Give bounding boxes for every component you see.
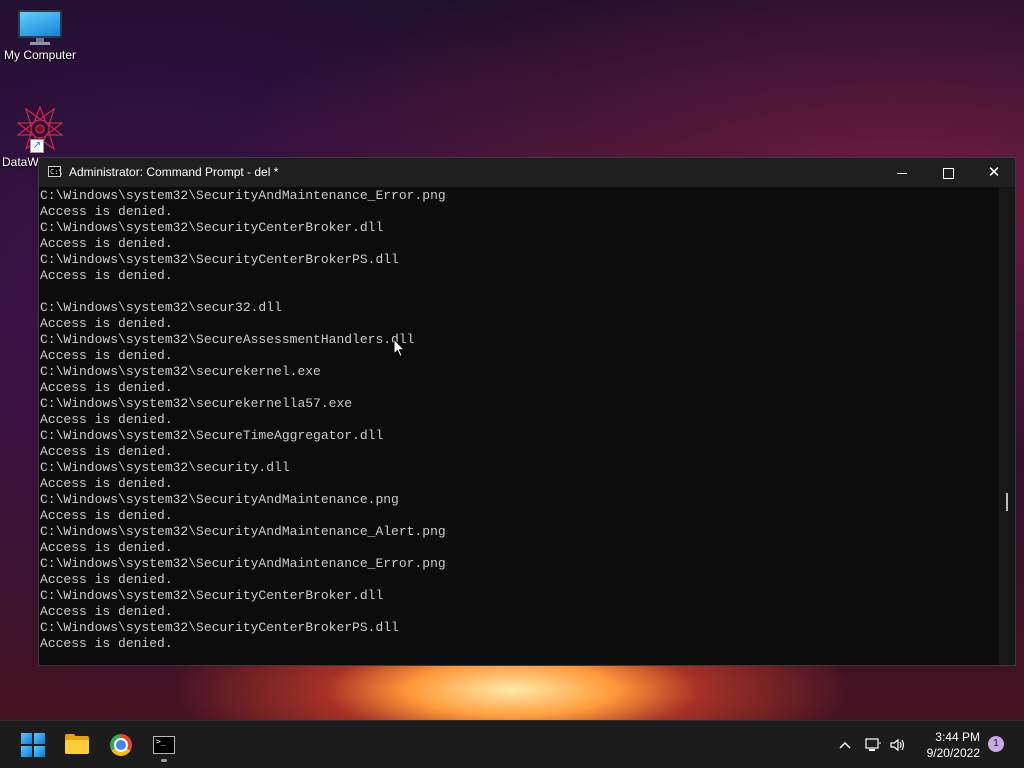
maximize-button[interactable]	[925, 158, 971, 187]
close-button[interactable]: ✕	[971, 158, 1017, 187]
vertical-scrollbar[interactable]	[999, 187, 1015, 665]
cmd-icon: >_	[153, 736, 175, 754]
console-line: C:\Windows\system32\SecurityCenterBroker…	[40, 620, 399, 635]
taskbar-command-prompt[interactable]: >_	[148, 729, 180, 762]
console-line: C:\Windows\system32\SecurityAndMaintenan…	[40, 188, 446, 203]
cmd-icon: C:\	[48, 166, 63, 177]
minimize-button[interactable]	[879, 158, 925, 187]
console-line: C:\Windows\system32\SecureAssessmentHand…	[40, 332, 415, 347]
clock-time: 3:44 PM	[935, 730, 980, 744]
console-line: Access is denied.	[40, 316, 173, 331]
maximize-icon	[942, 167, 954, 179]
system-clock[interactable]: 3:44 PM 9/20/2022	[914, 729, 980, 761]
console-line: Access is denied.	[40, 508, 173, 523]
console-line: Access is denied.	[40, 444, 173, 459]
command-prompt-window[interactable]: C:\ Administrator: Command Prompt - del …	[38, 157, 1016, 666]
console-line: Access is denied.	[40, 604, 173, 619]
taskbar-file-explorer[interactable]	[61, 729, 93, 761]
notification-badge[interactable]: 1	[988, 736, 1004, 752]
console-line: C:\Windows\system32\SecurityCenterBroker…	[40, 252, 399, 267]
clock-date: 9/20/2022	[926, 746, 980, 760]
datawarrior-icon: ↗	[16, 105, 64, 153]
console-line: Access is denied.	[40, 380, 173, 395]
console-line: Access is denied.	[40, 236, 173, 251]
console-line: Access is denied.	[40, 268, 173, 283]
mouse-cursor-icon	[393, 337, 406, 363]
close-icon: ✕	[987, 163, 1001, 181]
start-button[interactable]	[17, 729, 49, 761]
console-line: Access is denied.	[40, 412, 173, 427]
scroll-thumb[interactable]	[1006, 493, 1008, 511]
console-line: C:\Windows\system32\security.dll	[40, 460, 290, 475]
window-titlebar[interactable]: C:\ Administrator: Command Prompt - del …	[39, 158, 1015, 187]
console-line: C:\Windows\system32\securekernel.exe	[40, 364, 321, 379]
console-line: C:\Windows\system32\SecurityAndMaintenan…	[40, 556, 446, 571]
shortcut-arrow-icon: ↗	[30, 139, 44, 153]
taskbar-chrome[interactable]	[105, 729, 137, 761]
console-line: C:\Windows\system32\securekernella57.exe	[40, 396, 353, 411]
windows-start-icon	[21, 733, 45, 757]
console-line: C:\Windows\system32\SecurityAndMaintenan…	[40, 492, 399, 507]
desktop-icon-label: My Computer	[3, 48, 77, 62]
active-indicator	[161, 759, 167, 762]
console-line: C:\Windows\system32\SecurityCenterBroker…	[40, 588, 384, 603]
desktop-icon-label: DataW	[2, 155, 39, 169]
chevron-up-icon[interactable]	[838, 735, 852, 761]
taskbar: >_ 3:44 PM 9/20/2022	[0, 720, 1024, 768]
console-line: C:\Windows\system32\SecurityAndMaintenan…	[40, 524, 446, 539]
console-line: Access is denied.	[40, 476, 173, 491]
minimize-icon	[897, 172, 907, 174]
console-line: Access is denied.	[40, 572, 173, 587]
console-line: Access is denied.	[40, 204, 173, 219]
console-line: Access is denied.	[40, 636, 173, 651]
window-title: Administrator: Command Prompt - del *	[69, 165, 279, 179]
console-line: C:\Windows\system32\secur32.dll	[40, 300, 282, 315]
console-output[interactable]: C:\Windows\system32\SecurityAndMaintenan…	[39, 187, 999, 665]
console-line: C:\Windows\system32\SecurityCenterBroker…	[40, 220, 384, 235]
desktop-icon-dataw[interactable]: ↗ DataW	[0, 105, 80, 169]
desktop-icon-my-computer[interactable]: My Computer	[0, 10, 80, 62]
console-line: Access is denied.	[40, 540, 173, 555]
network-icon[interactable]	[864, 735, 882, 761]
monitor-icon	[18, 10, 62, 45]
speaker-icon[interactable]	[889, 735, 907, 761]
console-line: Access is denied.	[40, 348, 173, 363]
console-line: C:\Windows\system32\SecureTimeAggregator…	[40, 428, 384, 443]
